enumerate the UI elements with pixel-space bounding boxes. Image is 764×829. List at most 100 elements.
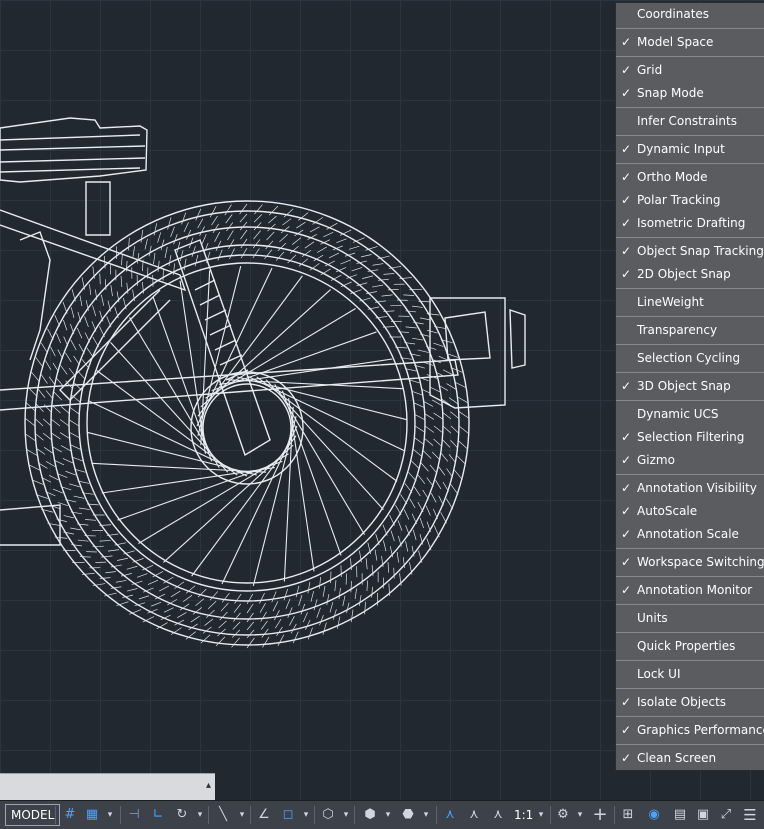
collapse-arrow-icon[interactable]: ▴ (206, 780, 211, 791)
status-bar: MODEL # ▦ ▾ ⊣ ∟ ↻ ▾ ╲ ▾ ∠ ◻ ▾ ⬡ ▾ ⬢ ▾ ⬣ … (0, 800, 764, 829)
snap-mode-icon[interactable]: ▦ (82, 805, 102, 825)
isometric-drafting-icon[interactable]: ╲ (212, 805, 234, 825)
checkmark-icon: ✓ (621, 579, 635, 602)
menu-item-isometric-drafting[interactable]: ✓Isometric Drafting (616, 212, 764, 235)
menu-item-grid[interactable]: ✓Grid (616, 59, 764, 82)
menu-item-object-snap-tracking[interactable]: ✓Object Snap Tracking (616, 240, 764, 263)
checkmark-icon: ✓ (621, 551, 635, 574)
infer-constraints-icon[interactable]: ⊣ (124, 805, 144, 825)
menu-item-isolate-objects[interactable]: ✓Isolate Objects (616, 691, 764, 714)
menu-item-selection-cycling[interactable]: Selection Cycling (616, 347, 764, 370)
polar-tracking-icon[interactable]: ↻ (172, 805, 192, 825)
menu-item-annotation-visibility[interactable]: ✓Annotation Visibility (616, 477, 764, 500)
gear-icon[interactable]: ⚙ (554, 805, 572, 825)
menu-separator (616, 28, 764, 29)
object-snap-tracking-icon[interactable]: ∠ (254, 805, 274, 825)
menu-separator (616, 344, 764, 345)
snap-dropdown-icon[interactable]: ▾ (104, 805, 116, 825)
menu-item-workspace-switching[interactable]: ✓Workspace Switching (616, 551, 764, 574)
menu-item-label: Transparency (637, 319, 717, 342)
checkmark-icon: ✓ (621, 500, 635, 523)
annotation-visibility-icon[interactable]: ⋏ (440, 805, 460, 825)
menu-item-2d-object-snap[interactable]: ✓2D Object Snap (616, 263, 764, 286)
menu-separator (616, 288, 764, 289)
annotation-scale-value[interactable]: 1:1 (514, 805, 533, 825)
menu-item-label: Annotation Visibility (637, 477, 757, 500)
menu-item-dynamic-input[interactable]: ✓Dynamic Input (616, 138, 764, 161)
menu-item-autoscale[interactable]: ✓AutoScale (616, 500, 764, 523)
menu-item-label: Grid (637, 59, 662, 82)
menu-item-label: Clean Screen (637, 747, 716, 770)
menu-item-3d-object-snap[interactable]: ✓3D Object Snap (616, 375, 764, 398)
menu-item-transparency[interactable]: Transparency (616, 319, 764, 342)
3d-object-snap-icon[interactable]: ⬡ (318, 805, 338, 825)
menu-item-polar-tracking[interactable]: ✓Polar Tracking (616, 189, 764, 212)
ucs-dropdown-icon[interactable]: ▾ (382, 805, 394, 825)
menu-item-model-space[interactable]: ✓Model Space (616, 31, 764, 54)
menu-item-graphics-performance[interactable]: ✓Graphics Performance (616, 719, 764, 742)
menu-item-gizmo[interactable]: ✓Gizmo (616, 449, 764, 472)
status-separator (208, 806, 209, 824)
plus-icon[interactable]: + (590, 805, 610, 825)
selection-filtering-icon[interactable]: ⬣ (398, 805, 418, 825)
menu-item-label: Annotation Monitor (637, 579, 752, 602)
menu-item-label: LineWeight (637, 291, 704, 314)
menu-item-label: Infer Constraints (637, 110, 737, 133)
checkmark-icon: ✓ (621, 719, 635, 742)
menu-item-selection-filtering[interactable]: ✓Selection Filtering (616, 426, 764, 449)
command-line[interactable]: ▴ (0, 773, 215, 800)
scale-dropdown-icon[interactable]: ▾ (535, 805, 547, 825)
quick-properties-icon[interactable]: ▤ (670, 805, 690, 825)
menu-item-dynamic-ucs[interactable]: Dynamic UCS (616, 403, 764, 426)
menu-item-label: Ortho Mode (637, 166, 708, 189)
model-space-button[interactable]: MODEL (5, 804, 60, 826)
annotation-monitor-icon[interactable]: ◉ (644, 805, 664, 825)
clean-screen-icon[interactable]: ⤢ (716, 805, 736, 825)
menu-separator (616, 316, 764, 317)
object-snap-dropdown-icon[interactable]: ▾ (300, 805, 312, 825)
dynamic-ucs-icon[interactable]: ⬢ (360, 805, 380, 825)
menu-item-ortho-mode[interactable]: ✓Ortho Mode (616, 166, 764, 189)
checkmark-icon: ✓ (621, 523, 635, 546)
menu-item-label: Isolate Objects (637, 691, 726, 714)
checkmark-icon: ✓ (621, 166, 635, 189)
3d-snap-dropdown-icon[interactable]: ▾ (340, 805, 352, 825)
menu-item-infer-constraints[interactable]: Infer Constraints (616, 110, 764, 133)
menu-item-lock-ui[interactable]: Lock UI (616, 663, 764, 686)
autoscale-icon[interactable]: ⋏ (464, 805, 484, 825)
menu-separator (616, 372, 764, 373)
menu-separator (616, 400, 764, 401)
polar-dropdown-icon[interactable]: ▾ (194, 805, 206, 825)
menu-item-annotation-scale[interactable]: ✓Annotation Scale (616, 523, 764, 546)
annotation-scale-icon[interactable]: ⋏ (488, 805, 508, 825)
menu-item-label: Isometric Drafting (637, 212, 745, 235)
checkmark-icon: ✓ (621, 375, 635, 398)
checkmark-icon: ✓ (621, 31, 635, 54)
menu-item-snap-mode[interactable]: ✓Snap Mode (616, 82, 764, 105)
status-separator (614, 806, 615, 824)
object-snap-icon[interactable]: ◻ (278, 805, 298, 825)
units-icon[interactable]: ⊞ (618, 805, 638, 825)
checkmark-icon: ✓ (621, 263, 635, 286)
ortho-mode-icon[interactable]: ∟ (148, 805, 168, 825)
menu-item-lineweight[interactable]: LineWeight (616, 291, 764, 314)
menu-item-quick-properties[interactable]: Quick Properties (616, 635, 764, 658)
menu-item-units[interactable]: Units (616, 607, 764, 630)
menu-item-coordinates[interactable]: Coordinates (616, 3, 764, 26)
status-separator (120, 806, 121, 824)
menu-item-label: Snap Mode (637, 82, 704, 105)
status-separator (250, 806, 251, 824)
menu-item-annotation-monitor[interactable]: ✓Annotation Monitor (616, 579, 764, 602)
menu-item-clean-screen[interactable]: ✓Clean Screen (616, 747, 764, 770)
status-separator (354, 806, 355, 824)
menu-item-label: Object Snap Tracking (637, 240, 764, 263)
lock-ui-icon[interactable]: ▣ (694, 805, 712, 825)
workspace-dropdown-icon[interactable]: ▾ (574, 805, 586, 825)
menu-item-label: AutoScale (637, 500, 697, 523)
filter-dropdown-icon[interactable]: ▾ (420, 805, 432, 825)
isometric-dropdown-icon[interactable]: ▾ (236, 805, 248, 825)
menu-separator (616, 474, 764, 475)
customization-menu-icon[interactable]: ☰ (740, 805, 760, 825)
grid-display-icon[interactable]: # (60, 805, 80, 825)
menu-item-label: Gizmo (637, 449, 675, 472)
